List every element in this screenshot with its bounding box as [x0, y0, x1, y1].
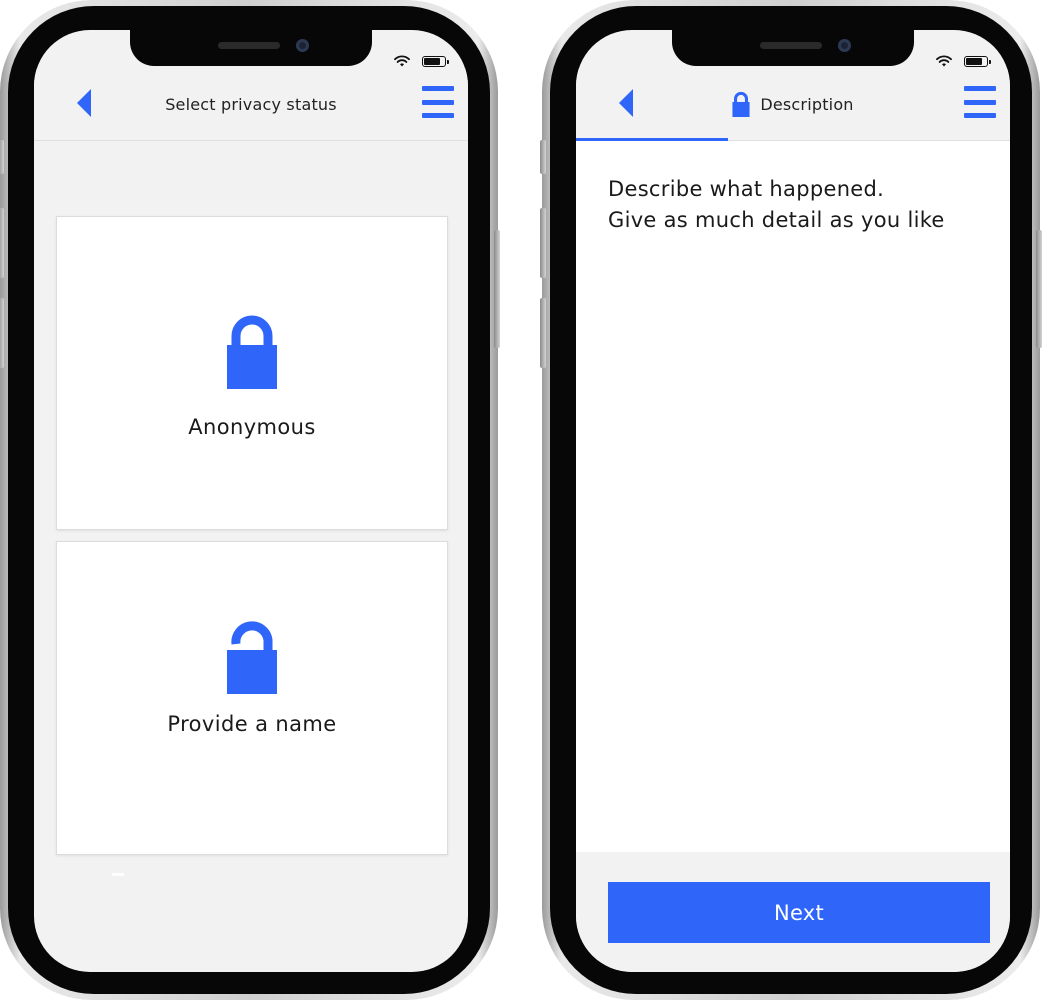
volume-up-button	[0, 208, 4, 278]
back-button[interactable]	[74, 88, 94, 118]
next-button[interactable]: Next	[608, 882, 990, 943]
volume-down-button	[0, 298, 4, 368]
option-label: Anonymous	[188, 415, 316, 439]
battery-level	[966, 58, 982, 65]
speaker-grille	[218, 42, 280, 49]
prompt-line-2: Give as much detail as you like	[608, 208, 945, 232]
lock-closed-icon	[732, 91, 750, 117]
volume-down-button	[540, 298, 546, 368]
description-area[interactable]: Describe what happened. Give as much det…	[576, 140, 1010, 852]
page-indicator	[112, 873, 124, 876]
battery-icon	[964, 56, 991, 67]
menu-line	[422, 99, 454, 105]
status-bar	[936, 52, 991, 71]
power-button	[1036, 230, 1042, 348]
menu-line	[964, 99, 996, 105]
option-provide-name[interactable]: Provide a name	[56, 541, 448, 855]
chevron-left-icon	[77, 89, 91, 117]
option-label: Provide a name	[167, 712, 337, 736]
power-button	[494, 230, 500, 348]
progress-bar	[576, 138, 728, 141]
nav-bar: Description	[576, 68, 1010, 141]
chevron-left-icon	[619, 89, 633, 117]
prompt-line-1: Describe what happened.	[608, 177, 885, 201]
battery-level	[424, 58, 440, 65]
hamburger-menu-icon	[422, 86, 454, 91]
front-camera	[296, 39, 309, 52]
phone-left: Select privacy status Anonymous Provide …	[0, 0, 500, 1000]
lock-open-icon-wrap	[57, 618, 447, 694]
screen-select-privacy: Select privacy status Anonymous Provide …	[34, 30, 468, 972]
mute-switch	[540, 140, 546, 174]
status-bar	[394, 52, 449, 71]
notch	[130, 30, 372, 66]
option-anonymous[interactable]: Anonymous	[56, 216, 448, 530]
page-title: Select privacy status	[165, 94, 337, 114]
hamburger-menu-icon	[964, 86, 996, 91]
menu-line	[964, 113, 996, 118]
mute-switch	[0, 140, 4, 174]
description-prompt: Describe what happened. Give as much det…	[608, 174, 990, 236]
notch	[672, 30, 914, 66]
menu-button[interactable]	[964, 86, 996, 118]
speaker-grille	[760, 42, 822, 49]
nav-bar: Select privacy status	[34, 68, 468, 141]
lock-open-icon	[227, 621, 277, 694]
menu-line	[422, 113, 454, 118]
screen-description: Description Describe what happened. Give…	[576, 30, 1010, 972]
back-button[interactable]	[616, 88, 636, 118]
lock-closed-icon	[227, 315, 277, 389]
page-title: Description	[760, 94, 854, 114]
wifi-icon	[936, 52, 952, 71]
phone-right: Description Describe what happened. Give…	[540, 0, 1042, 1000]
wifi-icon	[394, 52, 410, 71]
footer: Next	[576, 852, 1010, 972]
volume-up-button	[540, 208, 546, 278]
menu-button[interactable]	[422, 86, 454, 118]
lock-closed-icon-wrap	[57, 313, 447, 389]
battery-icon	[422, 56, 449, 67]
front-camera	[838, 39, 851, 52]
